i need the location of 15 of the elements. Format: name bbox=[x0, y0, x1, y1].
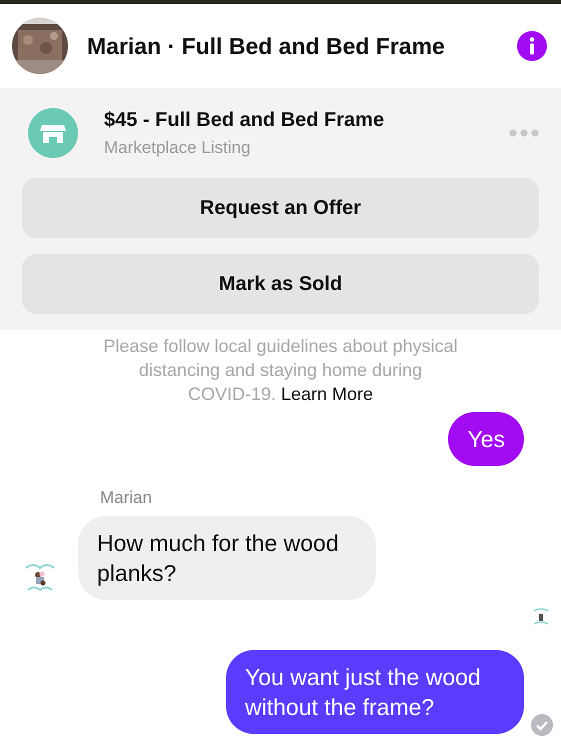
learn-more-link[interactable]: Learn More bbox=[280, 382, 374, 406]
info-icon[interactable] bbox=[517, 31, 547, 61]
sent-message: You want just the wood without the frame? bbox=[226, 650, 524, 734]
listing-title: $45 - Full Bed and Bed Frame bbox=[104, 108, 386, 132]
action-button[interactable]: Request an Offer bbox=[22, 178, 539, 238]
notice-text: distancing and staying home during bbox=[138, 359, 422, 382]
shop-icon bbox=[28, 108, 78, 158]
notice-text: COVID-19. bbox=[188, 383, 276, 406]
sender-name: Marian bbox=[100, 488, 153, 508]
conversation-title: Marian · Full Bed and Bed Frame bbox=[87, 32, 446, 60]
listing-subtitle: Marketplace Listing bbox=[104, 138, 252, 158]
notice-text: Please follow local guidelines about physical bbox=[103, 335, 458, 358]
received-message: How much for the wood planks? bbox=[78, 516, 376, 600]
action-button[interactable]: Mark as Sold bbox=[22, 254, 539, 314]
sent-message: Yes bbox=[448, 412, 524, 466]
